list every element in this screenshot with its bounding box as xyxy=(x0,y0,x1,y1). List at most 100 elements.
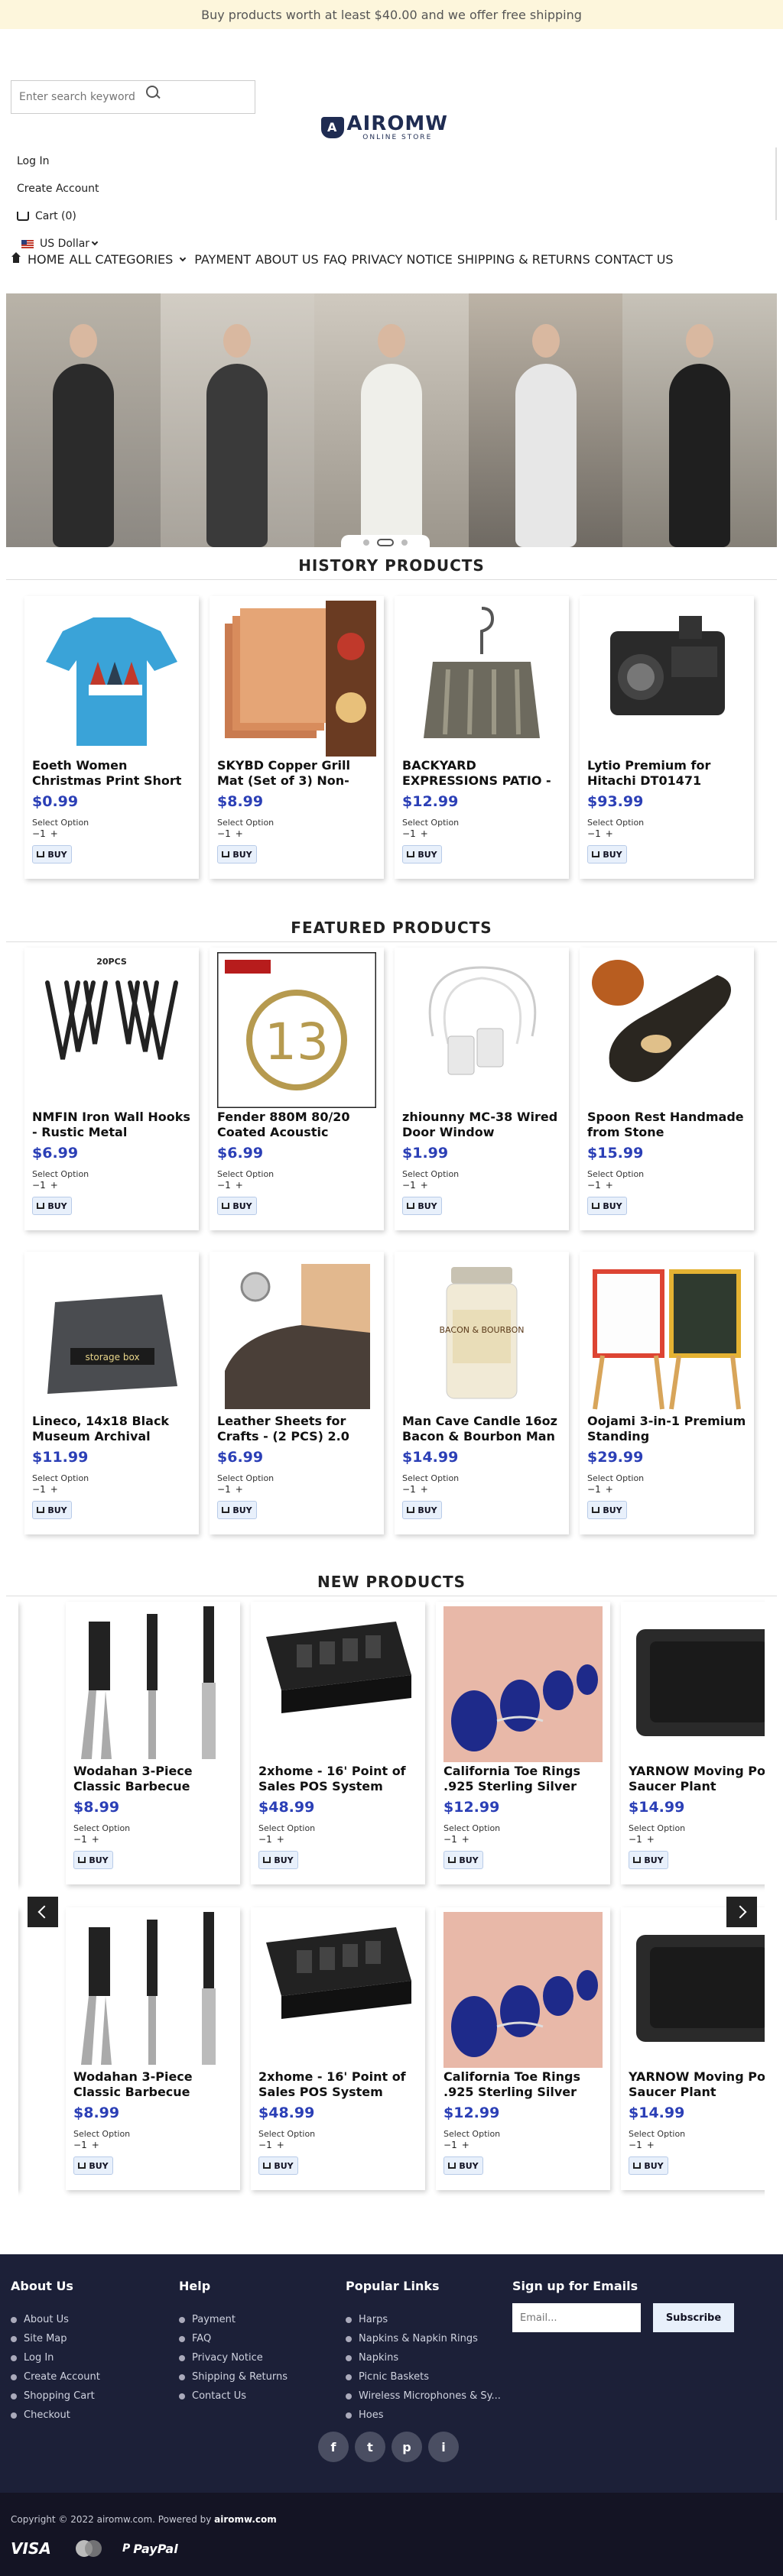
qty-value[interactable]: 1 xyxy=(266,2140,272,2150)
nav-shipping[interactable]: SHIPPING & RETURNS xyxy=(457,252,590,267)
nav-home[interactable]: HOME xyxy=(28,252,65,267)
qty-value[interactable]: 1 xyxy=(40,1180,46,1191)
product-name[interactable]: 2xhome - 16' Point of Sales POS System xyxy=(258,2069,417,2100)
carousel-dot[interactable] xyxy=(401,540,408,546)
quantity-stepper[interactable]: −1 + xyxy=(629,2140,655,2150)
qty-value[interactable]: 1 xyxy=(81,2140,87,2150)
quantity-stepper[interactable]: −1 + xyxy=(217,1484,243,1495)
qty-plus[interactable]: + xyxy=(606,1180,613,1191)
buy-button[interactable]: BUY xyxy=(32,1197,72,1215)
quantity-stepper[interactable]: −1 + xyxy=(73,1834,99,1845)
quantity-stepper[interactable]: −1 + xyxy=(629,1834,655,1845)
product-image[interactable]: BACON & BOURBON xyxy=(402,1256,561,1412)
product-image[interactable] xyxy=(402,601,561,757)
product-card[interactable]: SKYBD Copper Grill Mat (Set of 3) Non- $… xyxy=(210,596,384,879)
carousel-next-arrow-icon[interactable] xyxy=(726,1897,757,1927)
nav-about[interactable]: ABOUT US xyxy=(255,252,319,267)
qty-value[interactable]: 1 xyxy=(410,1180,416,1191)
product-name[interactable]: Wodahan 3-Piece Classic Barbecue xyxy=(73,1764,232,1794)
product-card[interactable]: 13 Fender 880M 80/20 Coated Acoustic $6.… xyxy=(210,948,384,1230)
product-image[interactable]: 20PCS xyxy=(32,952,191,1108)
nav-contact[interactable]: CONTACT US xyxy=(595,252,674,267)
qty-plus[interactable]: + xyxy=(236,1484,243,1495)
footer-link[interactable]: Wireless Microphones & Sy... xyxy=(346,2386,501,2406)
product-name[interactable]: zhiounny MC-38 Wired Door Window xyxy=(402,1110,561,1140)
buy-button[interactable]: BUY xyxy=(402,845,442,864)
product-image[interactable] xyxy=(217,601,376,757)
qty-plus[interactable]: + xyxy=(236,1180,243,1191)
quantity-stepper[interactable]: −1 + xyxy=(402,1180,428,1191)
quantity-stepper[interactable]: −1 + xyxy=(587,1180,613,1191)
qty-value[interactable]: 1 xyxy=(451,2140,457,2150)
qty-minus[interactable]: − xyxy=(217,1484,225,1495)
product-card[interactable]: 20PCS NMFIN Iron Wall Hooks - Rustic Met… xyxy=(24,948,199,1230)
buy-button[interactable]: BUY xyxy=(402,1197,442,1215)
search-input[interactable] xyxy=(19,91,141,103)
product-name[interactable]: Eoeth Women Christmas Print Short xyxy=(32,758,191,789)
qty-value[interactable]: 1 xyxy=(266,1834,272,1845)
qty-value[interactable]: 1 xyxy=(410,1484,416,1495)
qty-value[interactable]: 1 xyxy=(40,828,46,839)
product-card[interactable]: storage box Lineco, 14x18 Black Museum A… xyxy=(24,1252,199,1534)
qty-minus[interactable]: − xyxy=(443,1834,451,1845)
footer-link[interactable]: Picnic Baskets xyxy=(346,2367,501,2386)
qty-plus[interactable]: + xyxy=(92,2140,99,2150)
buy-button[interactable]: BUY xyxy=(217,1501,257,1519)
product-name[interactable]: Fender 880M 80/20 Coated Acoustic xyxy=(217,1110,376,1140)
buy-button[interactable]: BUY xyxy=(258,2156,298,2175)
quantity-stepper[interactable]: −1 + xyxy=(587,828,613,839)
qty-plus[interactable]: + xyxy=(277,2140,284,2150)
qty-plus[interactable]: + xyxy=(606,828,613,839)
qty-value[interactable]: 1 xyxy=(410,828,416,839)
footer-link[interactable]: Payment xyxy=(179,2310,288,2329)
footer-link[interactable]: Shopping Cart xyxy=(11,2386,100,2406)
email-field[interactable] xyxy=(512,2303,641,2332)
create-account-link[interactable]: Create Account xyxy=(17,175,102,203)
pinterest-icon[interactable]: p xyxy=(392,2432,422,2462)
product-card[interactable]: 2xhome - 16' Point of Sales POS System $… xyxy=(251,1907,425,2190)
product-image[interactable] xyxy=(443,1606,603,1762)
quantity-stepper[interactable]: −1 + xyxy=(443,2140,469,2150)
powered-by-link[interactable]: airomw.com xyxy=(214,2514,277,2525)
buy-button[interactable]: BUY xyxy=(32,1501,72,1519)
product-image[interactable] xyxy=(587,601,746,757)
qty-minus[interactable]: − xyxy=(629,2140,636,2150)
product-name[interactable]: Man Cave Candle 16oz Bacon & Bourbon Man xyxy=(402,1414,561,1444)
search-box[interactable] xyxy=(11,80,255,114)
product-image[interactable] xyxy=(73,1912,232,2068)
qty-minus[interactable]: − xyxy=(32,1180,40,1191)
qty-value[interactable]: 1 xyxy=(595,1180,601,1191)
footer-link[interactable]: Site Map xyxy=(11,2329,100,2348)
product-image[interactable] xyxy=(443,1912,603,2068)
product-card[interactable]: Spoon Rest Handmade from Stone $15.99 Se… xyxy=(580,948,754,1230)
qty-plus[interactable]: + xyxy=(421,828,428,839)
product-image[interactable] xyxy=(402,952,561,1108)
product-card[interactable]: Eoeth Women Christmas Print Short $0.99 … xyxy=(24,596,199,879)
buy-button[interactable]: BUY xyxy=(587,1197,627,1215)
product-card[interactable]: California Toe Rings .925 Sterling Silve… xyxy=(436,1907,610,2190)
footer-link[interactable]: FAQ xyxy=(179,2329,288,2348)
qty-plus[interactable]: + xyxy=(647,2140,655,2150)
footer-link[interactable]: About Us xyxy=(11,2310,100,2329)
qty-plus[interactable]: + xyxy=(421,1484,428,1495)
qty-value[interactable]: 1 xyxy=(451,1834,457,1845)
product-image[interactable] xyxy=(587,952,746,1108)
buy-button[interactable]: BUY xyxy=(443,2156,483,2175)
qty-value[interactable]: 1 xyxy=(636,1834,642,1845)
qty-minus[interactable]: − xyxy=(258,2140,266,2150)
quantity-stepper[interactable]: −1 + xyxy=(32,1484,58,1495)
product-image[interactable] xyxy=(629,1912,765,2068)
product-card[interactable]: Oojami 3-in-1 Premium Standing $29.99 Se… xyxy=(580,1252,754,1534)
product-card[interactable]: Leather Sheets for Crafts - (2 PCS) 2.0 … xyxy=(210,1252,384,1534)
footer-link[interactable]: Napkins & Napkin Rings xyxy=(346,2329,501,2348)
qty-value[interactable]: 1 xyxy=(225,1484,231,1495)
subscribe-button[interactable]: Subscribe xyxy=(653,2303,734,2332)
product-name[interactable]: Spoon Rest Handmade from Stone xyxy=(587,1110,746,1140)
footer-link[interactable]: Contact Us xyxy=(179,2386,288,2406)
product-name[interactable]: California Toe Rings .925 Sterling Silve… xyxy=(443,1764,603,1794)
qty-value[interactable]: 1 xyxy=(40,1484,46,1495)
footer-link[interactable]: Checkout xyxy=(11,2406,100,2425)
facebook-icon[interactable]: f xyxy=(318,2432,349,2462)
buy-button[interactable]: BUY xyxy=(443,1851,483,1869)
product-card[interactable]: California Toe Rings .925 Sterling Silve… xyxy=(436,1602,610,1884)
